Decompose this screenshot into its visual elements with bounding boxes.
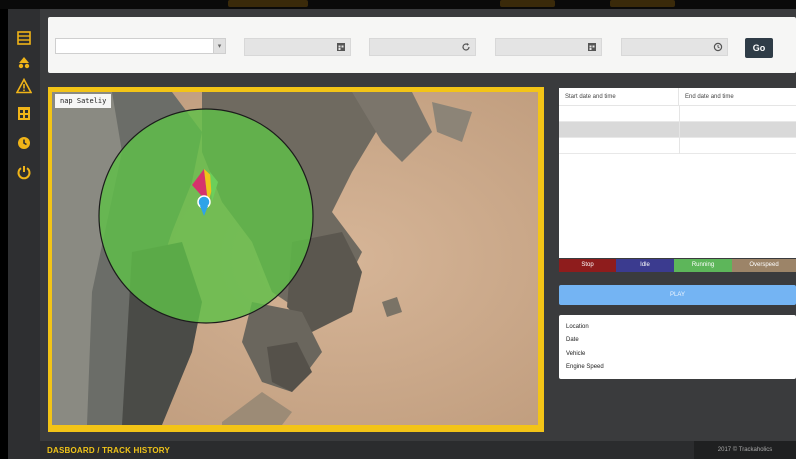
footer: DASBOARD / TRACK HISTORY 2017 © Trackaho…	[40, 441, 796, 459]
legend-running: Running	[674, 259, 732, 272]
column-divider	[679, 138, 680, 154]
history-icon[interactable]	[16, 135, 32, 151]
dashboard-grid-icon[interactable]	[16, 30, 32, 46]
clock-icon[interactable]	[712, 41, 724, 53]
map-type-label[interactable]: nap Sateliy	[55, 94, 112, 108]
top-strip-blob	[228, 0, 308, 7]
table-row[interactable]	[559, 138, 796, 154]
end-time-field[interactable]	[621, 38, 728, 56]
alert-warning-icon[interactable]	[16, 78, 32, 94]
column-header-start[interactable]: Start date and time	[559, 88, 679, 106]
status-legend: Stop Idle Running Overspeed	[559, 259, 796, 272]
geofence-circle	[98, 108, 314, 324]
filter-toolbar: ▾ Go	[48, 17, 796, 73]
report-calendar-icon[interactable]	[16, 105, 32, 121]
top-strip-blob	[610, 0, 675, 7]
column-divider	[679, 122, 680, 138]
end-date-field[interactable]	[495, 38, 602, 56]
top-strip	[0, 0, 796, 9]
info-date-label: Date	[566, 337, 579, 343]
vehicle-select-value	[56, 47, 59, 54]
vehicle-info-panel: Location Date Vehicle Engine Speed	[559, 315, 796, 379]
top-strip-blob	[500, 0, 555, 7]
table-row[interactable]	[559, 122, 796, 138]
start-date-field[interactable]	[244, 38, 351, 56]
geofence-layer	[98, 108, 314, 324]
start-time-field[interactable]	[369, 38, 476, 56]
refresh-icon[interactable]	[460, 41, 472, 53]
breadcrumb[interactable]: DASBOARD / TRACK HISTORY	[47, 446, 170, 455]
copyright-text: 2017 © Trackaholics	[694, 441, 796, 459]
vehicle-select[interactable]: ▾	[55, 38, 226, 54]
calendar-icon[interactable]	[335, 41, 347, 53]
satellite-map[interactable]: nap Sateliy	[52, 92, 538, 425]
info-vehicle-label: Vehicle	[566, 351, 586, 357]
vehicles-icon[interactable]	[16, 54, 32, 70]
table-row[interactable]	[559, 106, 796, 122]
column-header-end[interactable]: End date and time	[679, 88, 796, 106]
table-header: Start date and time End date and time	[559, 88, 796, 106]
chevron-down-icon[interactable]: ▾	[213, 39, 225, 53]
legend-idle: Idle	[616, 259, 674, 272]
power-logout-icon[interactable]	[16, 164, 32, 180]
column-divider	[679, 106, 680, 122]
legend-stop: Stop	[559, 259, 616, 272]
map-frame: nap Sateliy	[48, 87, 544, 432]
history-table: Start date and time End date and time	[559, 88, 796, 258]
play-button[interactable]: PLAY	[559, 285, 796, 305]
legend-overspeed: Overspeed	[732, 259, 796, 272]
info-location-label: Location	[566, 324, 589, 330]
calendar-icon[interactable]	[586, 41, 598, 53]
info-engine-speed-label: Engine Speed	[566, 364, 604, 370]
sidebar	[8, 9, 40, 459]
app-window: ▾ Go nap Sateliy Start date and time End…	[8, 9, 796, 459]
go-button[interactable]: Go	[745, 38, 773, 58]
